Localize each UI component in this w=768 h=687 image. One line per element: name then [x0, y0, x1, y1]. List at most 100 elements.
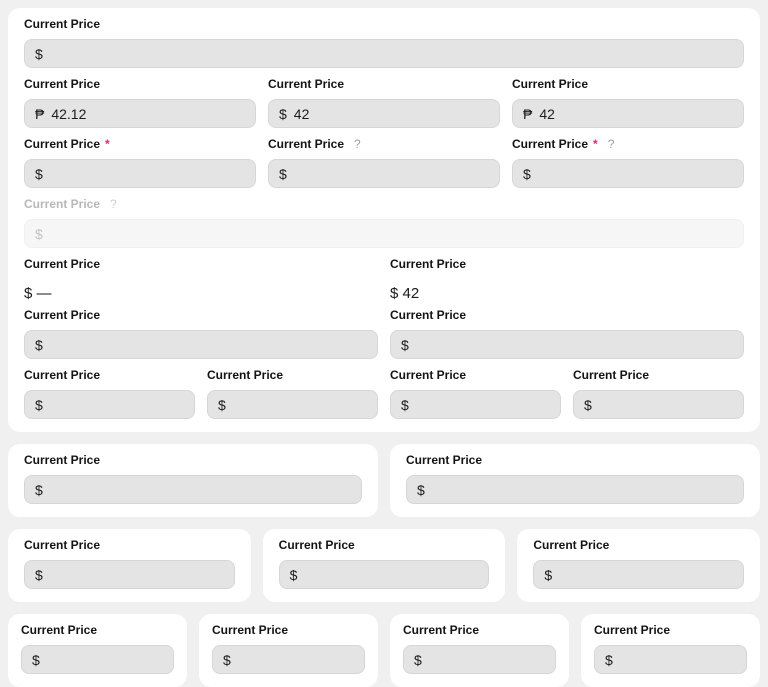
price-field-php-decimal: Current Price ₱ 42.12	[24, 77, 256, 128]
help-icon: ?	[110, 197, 117, 211]
currency-prefix: $	[279, 166, 287, 182]
field-label: Current Price	[512, 77, 588, 91]
price-field: Current Price $	[21, 623, 174, 674]
price-input[interactable]: $	[390, 330, 744, 359]
currency-prefix: $	[605, 652, 613, 668]
four-card-row: Current Price $ Current Price $ Current	[8, 614, 760, 687]
price-field: Current Price $	[207, 368, 378, 419]
price-field-card: Current Price $	[8, 529, 251, 602]
price-field-default: Current Price $	[24, 17, 744, 68]
field-label: Current Price	[24, 17, 100, 31]
currency-prefix: $	[35, 397, 43, 413]
price-input[interactable]: ₱ 42	[512, 99, 744, 128]
price-field-required-with-help: Current Price * ? $	[512, 137, 744, 188]
currency-prefix: $	[279, 106, 287, 122]
price-field: Current Price $	[390, 368, 561, 419]
price-field-card: Current Price $	[390, 444, 760, 517]
readonly-row: Current Price $ — Current Price $ 42	[24, 257, 744, 299]
main-demo-card: Current Price $ Current Price ₱ 42.12 Cu…	[8, 8, 760, 432]
price-input[interactable]: $	[24, 159, 256, 188]
price-field-card: Current Price $	[8, 444, 378, 517]
field-label: Current Price	[24, 538, 100, 552]
price-input[interactable]: $ 42	[268, 99, 500, 128]
price-input[interactable]: $	[512, 159, 744, 188]
currency-prefix: $	[290, 567, 298, 583]
field-label: Current Price	[512, 137, 588, 151]
price-field: Current Price $	[212, 623, 365, 674]
required-marker: *	[593, 137, 598, 151]
currency-prefix: $	[32, 652, 40, 668]
field-label: Current Price	[390, 368, 466, 382]
price-field-readonly-empty: Current Price $ —	[24, 257, 378, 299]
price-input[interactable]: $	[406, 475, 744, 504]
price-readonly-value: $ —	[24, 279, 378, 299]
price-field: Current Price $	[390, 308, 744, 359]
field-label: Current Price	[24, 77, 100, 91]
price-input[interactable]: $	[24, 330, 378, 359]
price-input[interactable]: $	[24, 390, 195, 419]
price-input[interactable]: $	[573, 390, 744, 419]
price-readonly-value: $ 42	[390, 279, 744, 299]
field-label: Current Price	[24, 308, 100, 322]
field-label: Current Price	[21, 623, 97, 637]
help-icon[interactable]: ?	[354, 137, 361, 151]
field-label: Current Price	[403, 623, 479, 637]
price-value: 42.12	[51, 106, 86, 122]
price-field-required: Current Price * $	[24, 137, 256, 188]
filled-variants-row: Current Price ₱ 42.12 Current Price $ 42	[24, 77, 744, 128]
price-input[interactable]: $	[594, 645, 747, 674]
currency-prefix: $	[401, 397, 409, 413]
price-field: Current Price $	[533, 538, 744, 589]
price-field: Current Price $	[406, 453, 744, 504]
price-input[interactable]: $	[24, 560, 235, 589]
two-column-row: Current Price $ Current Price $	[24, 308, 744, 359]
three-card-row: Current Price $ Current Price $ Current	[8, 529, 760, 602]
currency-prefix: $	[35, 46, 43, 62]
price-field-card: Current Price $	[390, 614, 569, 687]
help-icon[interactable]: ?	[608, 137, 615, 151]
price-input[interactable]: $	[24, 475, 362, 504]
price-field: Current Price $	[403, 623, 556, 674]
currency-prefix: $	[223, 652, 231, 668]
price-value: 42	[294, 106, 310, 122]
field-label: Current Price	[594, 623, 670, 637]
price-input[interactable]: $	[533, 560, 744, 589]
price-input[interactable]: $	[390, 390, 561, 419]
price-field: Current Price $	[24, 538, 235, 589]
price-input[interactable]: $	[403, 645, 556, 674]
price-field-card: Current Price $	[581, 614, 760, 687]
field-label: Current Price	[24, 257, 100, 271]
price-field-card: Current Price $	[263, 529, 506, 602]
currency-prefix: $	[35, 337, 43, 353]
price-field-card: Current Price $	[517, 529, 760, 602]
field-label: Current Price	[24, 368, 100, 382]
price-field-with-help: Current Price ? $	[268, 137, 500, 188]
field-label: Current Price	[406, 453, 482, 467]
field-label: Current Price	[268, 137, 344, 151]
price-input[interactable]: $	[207, 390, 378, 419]
price-input[interactable]: $	[24, 39, 744, 68]
currency-prefix: $	[414, 652, 422, 668]
currency-prefix: $	[218, 397, 226, 413]
field-label-row: Current Price	[24, 17, 744, 31]
marker-variants-row: Current Price * $ Current Price ? $ Curr	[24, 137, 744, 188]
price-input[interactable]: $	[268, 159, 500, 188]
four-column-row: Current Price $ Current Price $ Current …	[24, 368, 744, 419]
price-field: Current Price $	[24, 368, 195, 419]
currency-prefix: $	[523, 166, 531, 182]
price-input[interactable]: $	[279, 560, 490, 589]
currency-prefix: $	[35, 226, 43, 242]
field-label: Current Price	[279, 538, 355, 552]
field-label: Current Price	[268, 77, 344, 91]
price-input[interactable]: ₱ 42.12	[24, 99, 256, 128]
price-field-php-int: Current Price ₱ 42	[512, 77, 744, 128]
price-input-disabled: $	[24, 219, 744, 248]
price-field-readonly-filled: Current Price $ 42	[390, 257, 744, 299]
required-marker: *	[105, 137, 110, 151]
price-input[interactable]: $	[212, 645, 365, 674]
currency-prefix: $	[544, 567, 552, 583]
price-input[interactable]: $	[21, 645, 174, 674]
field-label: Current Price	[24, 197, 100, 211]
price-field-card: Current Price $	[8, 614, 187, 687]
price-field-usd-int: Current Price $ 42	[268, 77, 500, 128]
